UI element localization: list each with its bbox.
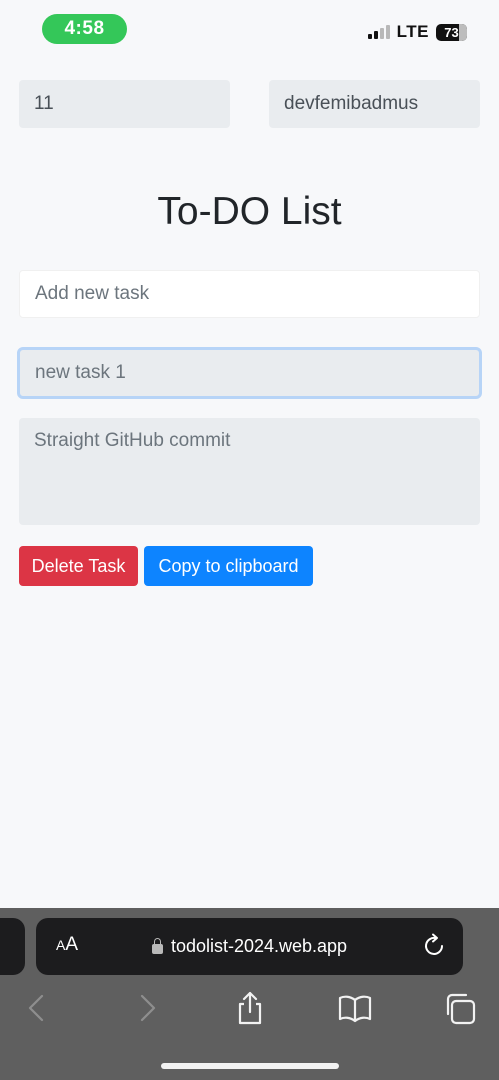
tabs-icon[interactable] — [442, 990, 478, 1026]
signal-icon — [367, 25, 390, 39]
screen: 4:58 LTE 73 11 devfemibadmus To-DO List … — [0, 0, 499, 1080]
bookmarks-icon[interactable] — [337, 990, 373, 1026]
task-title-field[interactable]: new task 1 — [17, 347, 482, 399]
page-title: To-DO List — [157, 190, 342, 233]
task-id-field[interactable]: 11 — [19, 80, 230, 128]
url-text: todolist-2024.web.app — [170, 936, 348, 956]
home-indicator[interactable] — [161, 1063, 339, 1069]
back-icon[interactable] — [20, 990, 56, 1026]
task-description-field[interactable]: Straight GitHub commit — [19, 418, 480, 525]
lock-icon — [151, 937, 163, 954]
status-indicators: LTE 73 — [367, 22, 467, 42]
forward-icon[interactable] — [128, 990, 164, 1026]
battery-percent: 73 — [444, 24, 459, 40]
username-field[interactable]: devfemibadmus — [269, 80, 480, 128]
battery-icon: 73 — [436, 23, 467, 41]
previous-tab-preview[interactable] — [0, 918, 25, 975]
status-time: 4:58 — [42, 14, 127, 44]
address-bar[interactable]: AA todolist-2024.web.app — [36, 918, 463, 975]
network-label: LTE — [396, 22, 429, 41]
new-task-input[interactable] — [19, 270, 480, 318]
reload-icon[interactable] — [423, 932, 447, 958]
copy-to-clipboard-button[interactable]: Copy to clipboard — [144, 546, 313, 586]
share-icon[interactable] — [232, 990, 268, 1026]
delete-task-button[interactable]: Delete Task — [19, 546, 138, 586]
